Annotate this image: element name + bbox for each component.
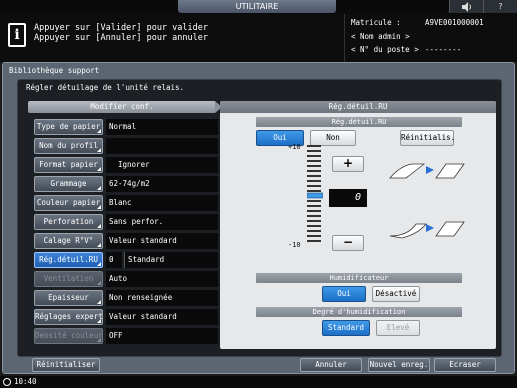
adjustment-scale[interactable] xyxy=(307,145,323,245)
message-line-1: Appuyer sur [Valider] pour valider xyxy=(34,23,208,33)
speaker-icon[interactable] xyxy=(449,0,483,13)
profile-name-button[interactable]: Nom du profil xyxy=(34,138,103,154)
curl-down-paper-icon xyxy=(389,221,465,239)
paper-size-value: Ignorer xyxy=(106,157,218,173)
duplex-registration-value: Valeur standard xyxy=(106,233,218,249)
relay-decurl-number: 0 xyxy=(106,252,122,268)
decurl-off-button[interactable]: Non xyxy=(310,130,356,146)
top-bar: UTILITAIRE ? xyxy=(0,0,517,14)
plus-button[interactable]: + xyxy=(332,156,364,172)
humidity-high-button: Elevé xyxy=(376,320,420,336)
serial-value: A9VE001000001 xyxy=(425,18,484,27)
utility-tab[interactable]: UTILITAIRE xyxy=(178,0,336,13)
expert-settings-button[interactable]: Réglages expert xyxy=(34,309,103,325)
relay-decurl-value: Standard xyxy=(124,252,218,268)
weight-value: 62-74g/m2 xyxy=(106,176,218,192)
ventilation-button: Ventilation xyxy=(34,271,103,287)
scale-indicator xyxy=(307,192,323,199)
punch-value: Sans perfor. xyxy=(106,214,218,230)
reset-all-button[interactable]: Réinitialiser xyxy=(32,358,100,372)
paper-color-value: Blanc xyxy=(106,195,218,211)
settings-panel: Régler détuilage de l'unité relais. Modi… xyxy=(17,79,502,357)
help-button[interactable]: ? xyxy=(483,0,517,13)
overwrite-button[interactable]: Ecraser xyxy=(434,358,496,372)
admin-name-label: < Nom admin > xyxy=(351,32,410,41)
paper-type-value: Normal xyxy=(106,119,218,135)
post-number-value: -------- xyxy=(425,45,462,54)
decurl-value-display: 0 xyxy=(329,189,367,207)
scale-min-label: -10 xyxy=(288,241,301,249)
humidifier-on-button[interactable]: Oui xyxy=(322,286,366,302)
profile-name-value xyxy=(106,138,218,154)
decurl-panel-heading: Rég.détuil.RU xyxy=(220,101,496,113)
minus-button[interactable]: − xyxy=(332,235,364,251)
humidifier-heading: Humidificateur xyxy=(256,273,462,283)
reset-adjust-button[interactable]: Réinitialis. xyxy=(400,130,455,146)
paper-color-button[interactable]: Couleur papier xyxy=(34,195,103,211)
curl-up-paper-icon xyxy=(389,163,465,179)
thickness-value: Non renseignée xyxy=(106,290,218,306)
clock-icon xyxy=(3,378,11,386)
paper-type-button[interactable]: Type de papier xyxy=(34,119,103,135)
serial-label: Matricule : xyxy=(351,18,401,27)
punch-button[interactable]: Perforation xyxy=(34,214,103,230)
info-icon: i xyxy=(8,23,26,47)
post-number-label: < N° du poste > xyxy=(351,45,419,54)
decurl-section-heading: Rég.détuil.RU xyxy=(256,117,462,127)
new-save-button[interactable]: Nouvel enreg. xyxy=(368,358,430,372)
paper-size-button[interactable]: Format papier xyxy=(34,157,103,173)
expert-settings-value: Valeur standard xyxy=(106,309,218,325)
cancel-button[interactable]: Annuler xyxy=(300,358,362,372)
duplex-registration-button[interactable]: Calage R°V° xyxy=(34,233,103,249)
message-area: i Appuyer sur [Valider] pour valider App… xyxy=(0,14,344,62)
message-line-2: Appuyer sur [Annuler] pour annuler xyxy=(34,33,208,43)
thickness-button[interactable]: Epaisseur xyxy=(34,290,103,306)
clock-time: 10:40 xyxy=(14,377,37,386)
device-info: Matricule : A9VE001000001 < Nom admin > … xyxy=(344,14,517,62)
humidifier-off-button[interactable]: Désactivé xyxy=(372,286,420,302)
color-density-value: OFF xyxy=(106,328,218,344)
left-panel-heading: Modifier conf. xyxy=(28,101,216,113)
instruction-text: Régler détuilage de l'unité relais. xyxy=(26,83,185,92)
weight-button[interactable]: Grammage xyxy=(34,176,103,192)
window-title: Bibliothèque support xyxy=(9,66,100,75)
ventilation-value: Auto xyxy=(106,271,218,287)
main-window: Bibliothèque support Régler détuilage de… xyxy=(2,62,515,374)
color-density-button: Densité couleur xyxy=(34,328,103,344)
relay-decurl-button[interactable]: Rég.détuil.RU xyxy=(34,252,103,268)
decurl-panel: Rég.détuil.RU Rég.détuil.RU Oui Non Réin… xyxy=(220,101,496,349)
scale-max-label: +10 xyxy=(288,143,301,151)
humidity-level-heading: Degré d'humidification xyxy=(256,307,462,317)
humidity-standard-button[interactable]: Standard xyxy=(322,320,370,336)
status-bar: 10:40 xyxy=(0,376,517,388)
